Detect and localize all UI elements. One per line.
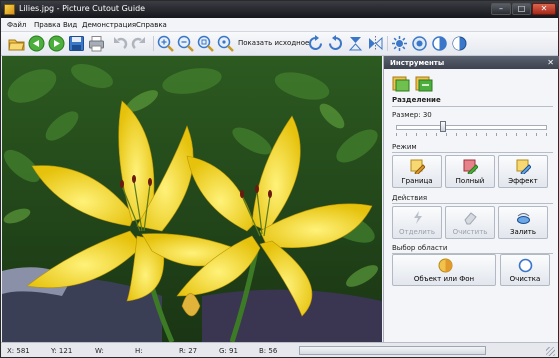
object-background-icon bbox=[438, 258, 453, 273]
flip-horizontal-icon[interactable] bbox=[367, 35, 384, 52]
status-width: W: bbox=[95, 347, 104, 355]
tools-panel-title: Инструменты bbox=[390, 59, 445, 67]
size-label: Размер: 30 bbox=[392, 111, 432, 119]
effect-brush-icon bbox=[516, 159, 531, 174]
title-bar[interactable]: Lilies.jpg - Picture Cutout Guide – □ ✕ bbox=[1, 1, 558, 18]
maximize-button[interactable]: □ bbox=[512, 3, 531, 15]
action-separate-label: Отделить bbox=[399, 228, 435, 236]
undo-icon[interactable] bbox=[111, 35, 128, 52]
menu-bar: Файл Правка Вид Демонстрация Справка bbox=[1, 18, 558, 32]
mode-section-title: Режим bbox=[392, 143, 417, 151]
separation-section-title: Разделение bbox=[392, 96, 441, 104]
divider bbox=[392, 106, 553, 107]
clear-selection-label: Очистка bbox=[509, 275, 541, 283]
contrast-icon[interactable] bbox=[431, 35, 448, 52]
status-x: X: 581 bbox=[7, 347, 30, 355]
divider bbox=[392, 203, 553, 204]
minimize-button[interactable]: – bbox=[491, 3, 511, 15]
object-or-background-label: Объект или Фон bbox=[413, 275, 475, 283]
window-title: Lilies.jpg - Picture Cutout Guide bbox=[19, 4, 146, 13]
color-icon[interactable] bbox=[411, 35, 428, 52]
clear-selection-icon bbox=[518, 258, 533, 273]
separate-icon bbox=[410, 210, 425, 225]
selection-section-title: Выбор области bbox=[392, 244, 448, 252]
zoom-actual-icon[interactable] bbox=[217, 35, 234, 52]
zoom-fit-icon[interactable] bbox=[197, 35, 214, 52]
action-clear-label: Очистить bbox=[452, 228, 488, 236]
resize-grip[interactable] bbox=[546, 347, 555, 356]
tools-panel: Инструменты ✕ Разделение Размер: 30 Режи… bbox=[383, 56, 559, 342]
app-icon bbox=[4, 4, 15, 15]
size-slider-ticks bbox=[396, 133, 547, 136]
status-height: H: bbox=[135, 347, 143, 355]
panel-close-icon[interactable]: ✕ bbox=[547, 58, 554, 67]
menu-view[interactable]: Вид bbox=[63, 21, 77, 29]
status-y: Y: 121 bbox=[51, 347, 73, 355]
menu-help[interactable]: Справка bbox=[136, 21, 167, 29]
menu-demo[interactable]: Демонстрация bbox=[82, 21, 136, 29]
back-arrow-icon[interactable] bbox=[28, 35, 45, 52]
status-green: G: 91 bbox=[219, 347, 238, 355]
mode-effect-button[interactable]: Эффект bbox=[498, 155, 548, 188]
lily-photo bbox=[2, 56, 382, 342]
rotate-left-icon[interactable] bbox=[327, 35, 344, 52]
flip-vertical-icon[interactable] bbox=[347, 35, 364, 52]
toolbar: Показать исходное bbox=[1, 32, 558, 56]
toolbar-separator bbox=[153, 36, 154, 51]
object-or-background-button[interactable]: Объект или Фон bbox=[392, 254, 496, 286]
add-layer-icon[interactable] bbox=[392, 75, 410, 92]
invert-icon[interactable] bbox=[451, 35, 468, 52]
mode-border-button[interactable]: Граница bbox=[392, 155, 442, 188]
tools-panel-header: Инструменты ✕ bbox=[384, 56, 559, 69]
fill-bucket-icon bbox=[516, 210, 531, 225]
toolbar-separator bbox=[387, 36, 388, 51]
mode-border-label: Граница bbox=[401, 177, 433, 185]
actions-section-title: Действия bbox=[392, 194, 428, 202]
action-fill-button[interactable]: Залить bbox=[498, 206, 548, 239]
remove-layer-icon[interactable] bbox=[415, 75, 433, 92]
print-icon[interactable] bbox=[88, 35, 105, 52]
action-clear-button[interactable]: Очистить bbox=[445, 206, 495, 239]
status-red: R: 27 bbox=[179, 347, 198, 355]
open-folder-icon[interactable] bbox=[8, 35, 25, 52]
status-bar: X: 581 Y: 121 W: H: R: 27 G: 91 B: 56 bbox=[1, 342, 558, 357]
divider bbox=[392, 152, 553, 153]
border-brush-icon bbox=[410, 159, 425, 174]
menu-file[interactable]: Файл bbox=[7, 21, 26, 29]
zoom-in-icon[interactable] bbox=[157, 35, 174, 52]
show-original-button[interactable]: Показать исходное bbox=[238, 39, 309, 47]
action-separate-button[interactable]: Отделить bbox=[392, 206, 442, 239]
mode-effect-label: Эффект bbox=[508, 177, 538, 185]
close-button[interactable]: ✕ bbox=[532, 3, 556, 15]
app-window: Lilies.jpg - Picture Cutout Guide – □ ✕ … bbox=[0, 0, 559, 358]
forward-arrow-icon[interactable] bbox=[48, 35, 65, 52]
eraser-icon bbox=[463, 210, 478, 225]
mode-full-button[interactable]: Полный bbox=[445, 155, 495, 188]
zoom-out-icon[interactable] bbox=[177, 35, 194, 52]
size-slider-track[interactable] bbox=[396, 125, 547, 130]
mode-full-label: Полный bbox=[455, 177, 485, 185]
redo-icon[interactable] bbox=[131, 35, 148, 52]
save-icon[interactable] bbox=[68, 35, 85, 52]
menu-edit[interactable]: Правка bbox=[34, 21, 61, 29]
size-slider-thumb[interactable] bbox=[439, 121, 446, 132]
clear-selection-button[interactable]: Очистка bbox=[500, 254, 550, 286]
fill-brush-icon bbox=[463, 159, 478, 174]
progress-bar bbox=[299, 346, 486, 355]
status-blue: B: 56 bbox=[259, 347, 278, 355]
image-canvas[interactable] bbox=[2, 56, 382, 342]
action-fill-label: Залить bbox=[509, 228, 536, 236]
rotate-right-icon[interactable] bbox=[307, 35, 324, 52]
brightness-icon[interactable] bbox=[391, 35, 408, 52]
